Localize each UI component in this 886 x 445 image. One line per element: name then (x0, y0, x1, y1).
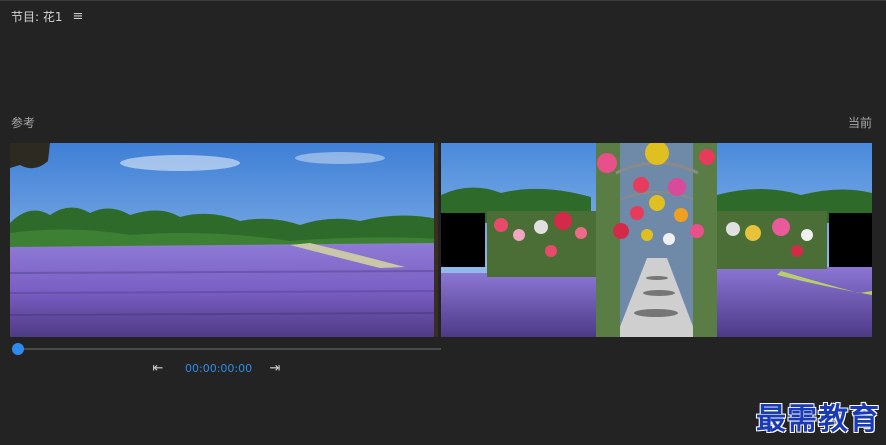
step-back-to-in-point-icon[interactable]: ⇤ (149, 359, 167, 377)
reference-label: 参考 (11, 116, 36, 130)
scrub-bar[interactable] (14, 348, 441, 350)
hamburger-menu-icon[interactable]: ≡ (73, 9, 84, 24)
panel-title[interactable]: 节目: 花1 (11, 8, 63, 25)
timecode-display: 00:00:00:00 (185, 362, 253, 375)
reference-viewer (10, 143, 438, 337)
reference-frame-image (10, 143, 438, 337)
watermark-text: 最需教育 (756, 402, 880, 437)
step-forward-to-out-point-icon[interactable]: ⇥ (266, 359, 284, 377)
current-frame-image (441, 143, 872, 337)
current-viewer (441, 143, 872, 337)
program-monitor-header: 节目: 花1 ≡ (0, 0, 886, 31)
current-label: 当前 (847, 116, 872, 130)
playhead-handle[interactable] (12, 343, 24, 355)
